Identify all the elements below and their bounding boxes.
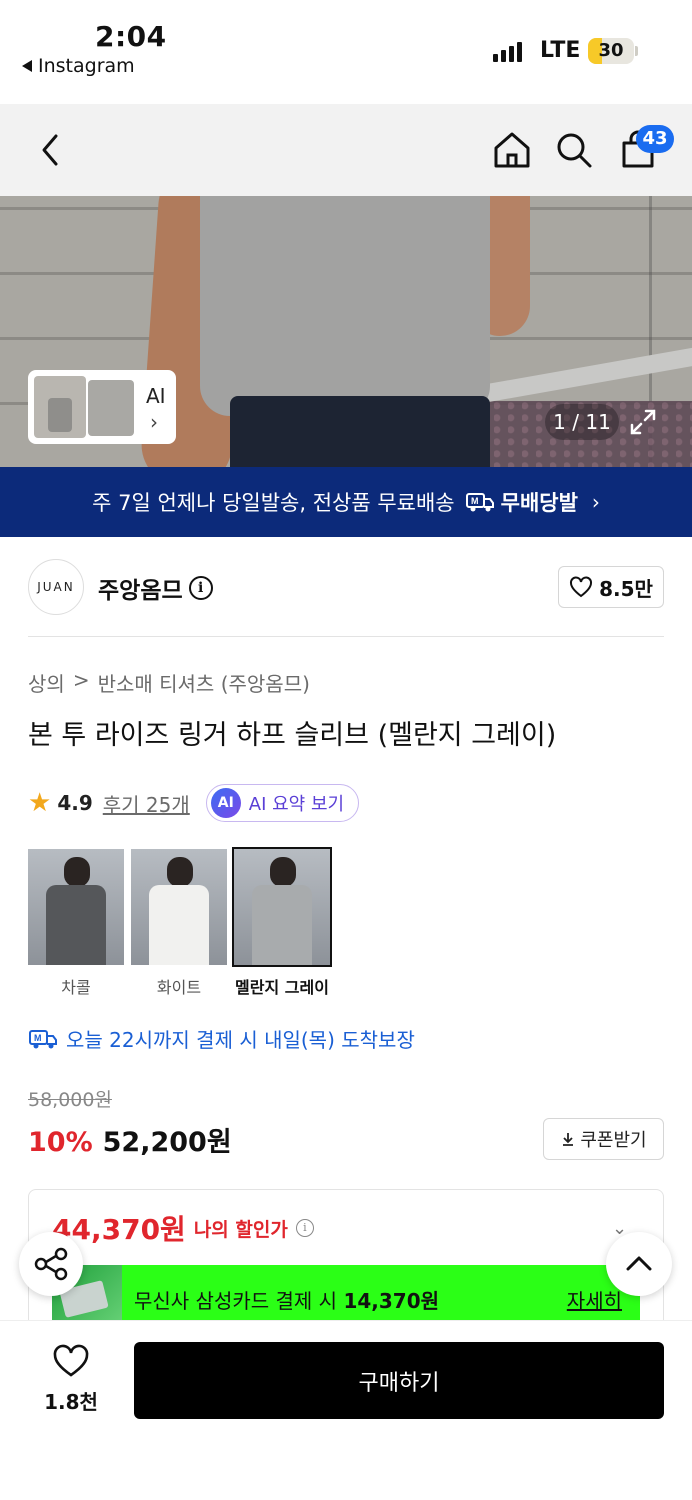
ai-similar-looks-chip[interactable]: AI › bbox=[28, 370, 176, 444]
color-option-label-selected: 멜란지 그레이 bbox=[235, 978, 329, 997]
card-promo-prefix: 무신사 삼성카드 결제 시 bbox=[134, 1288, 344, 1313]
home-icon bbox=[494, 132, 530, 168]
breadcrumb-separator: > bbox=[72, 668, 90, 692]
network-label: LTE bbox=[540, 38, 581, 63]
reviews-link[interactable]: 후기 25개 bbox=[103, 789, 190, 818]
share-icon bbox=[34, 1247, 68, 1281]
star-icon: ★ bbox=[28, 788, 52, 818]
coupon-label: 쿠폰받기 bbox=[580, 1130, 647, 1151]
seller-name-link[interactable]: 주앙옴므 i bbox=[98, 571, 213, 605]
wishlist-button[interactable]: 1.8천 bbox=[36, 1344, 106, 1414]
chevron-up-icon bbox=[626, 1256, 652, 1271]
battery-level: 30 bbox=[598, 40, 624, 61]
ai-summary-label: AI 요약 보기 bbox=[248, 794, 345, 815]
shipping-banner-text: 주 7일 언제나 당일발송, 전상품 무료배송 bbox=[92, 491, 455, 515]
shipping-brand: M 무배당발 bbox=[465, 487, 578, 517]
back-app-label: Instagram bbox=[38, 55, 135, 77]
delivery-truck-icon: M bbox=[465, 493, 494, 512]
breadcrumb-category[interactable]: 상의 bbox=[28, 668, 65, 697]
brand-like-button[interactable]: 8.5만 bbox=[558, 566, 664, 608]
seller-logo[interactable]: JUAN bbox=[28, 559, 84, 615]
discount-rate: 10% bbox=[28, 1127, 93, 1158]
info-icon[interactable]: i bbox=[188, 576, 213, 600]
wishlist-count: 1.8천 bbox=[44, 1390, 98, 1414]
seller-name: 주앙옴므 bbox=[98, 578, 183, 604]
rating-row: ★ 4.9 후기 25개 AI AI 요약 보기 bbox=[28, 784, 360, 822]
card-promo-amount: 14,370원 bbox=[343, 1288, 440, 1313]
buy-button[interactable]: 구매하기 bbox=[134, 1342, 664, 1419]
svg-text:M: M bbox=[471, 496, 479, 506]
color-option-charcoal[interactable] bbox=[28, 849, 124, 965]
chevron-right-icon: › bbox=[150, 410, 158, 434]
shipping-brand-label: 무배당발 bbox=[500, 491, 578, 515]
search-button[interactable] bbox=[552, 128, 596, 172]
status-time: 2:04 bbox=[95, 20, 167, 53]
original-price: 58,000원 bbox=[28, 1089, 112, 1111]
color-option-label: 차콜 bbox=[61, 978, 91, 997]
rating-value: 4.9 bbox=[57, 791, 93, 815]
chevron-right-icon: › bbox=[591, 490, 600, 514]
delivery-truck-icon: M bbox=[29, 1029, 57, 1048]
info-icon[interactable]: i bbox=[295, 1219, 314, 1237]
brand-like-count: 8.5만 bbox=[599, 576, 653, 601]
cart-count-badge: 43 bbox=[636, 125, 674, 153]
heart-icon bbox=[570, 576, 593, 598]
look-thumbnail bbox=[88, 380, 134, 436]
my-price-label: 나의 할인가 bbox=[193, 1218, 288, 1241]
battery-nub bbox=[635, 46, 638, 56]
delivery-text: 오늘 22시까지 결제 시 내일(목) 도착보장 bbox=[66, 1028, 415, 1052]
heart-icon bbox=[53, 1344, 89, 1377]
color-option-label: 화이트 bbox=[156, 978, 202, 997]
product-title: 본 투 라이즈 링거 하프 슬리브 (멜란지 그레이) bbox=[28, 720, 557, 751]
back-button[interactable] bbox=[32, 130, 68, 170]
price-row: 10% 52,200원 bbox=[28, 1120, 232, 1159]
back-to-app-link[interactable]: Instagram bbox=[22, 55, 135, 77]
expand-icon[interactable] bbox=[627, 406, 659, 438]
delivery-guarantee[interactable]: M 오늘 22시까지 결제 시 내일(목) 도착보장 bbox=[28, 1024, 415, 1053]
battery-icon: 30 bbox=[588, 38, 634, 64]
color-option-melange-gray[interactable] bbox=[232, 847, 332, 967]
coupon-button[interactable]: 쿠폰받기 bbox=[543, 1118, 664, 1160]
share-button[interactable] bbox=[19, 1232, 83, 1296]
search-icon bbox=[557, 133, 592, 168]
ai-badge-icon: AI bbox=[210, 788, 241, 818]
home-button[interactable] bbox=[490, 128, 534, 172]
svg-text:M: M bbox=[34, 1033, 42, 1043]
look-thumbnail bbox=[34, 376, 86, 438]
chevron-left-icon bbox=[42, 134, 58, 166]
back-triangle-icon bbox=[22, 60, 32, 72]
scroll-to-top-button[interactable] bbox=[606, 1232, 672, 1296]
ai-summary-button[interactable]: AI AI 요약 보기 bbox=[205, 784, 360, 822]
divider bbox=[28, 636, 664, 637]
color-option-white[interactable] bbox=[131, 849, 227, 965]
breadcrumb: 상의 > 반소매 티셔츠 (주앙옴므) bbox=[28, 668, 310, 697]
my-discount-price: 44,370원 나의 할인가 i bbox=[52, 1208, 314, 1248]
card-promo-text: 무신사 삼성카드 결제 시 14,370원 bbox=[134, 1285, 567, 1314]
sale-price: 52,200원 bbox=[102, 1127, 232, 1158]
ai-label: AI bbox=[146, 384, 166, 408]
breadcrumb-subcategory[interactable]: 반소매 티셔츠 (주앙옴므) bbox=[98, 668, 310, 697]
image-counter: 1 / 11 bbox=[545, 404, 619, 440]
signal-icon bbox=[493, 40, 522, 62]
shipping-banner[interactable]: 주 7일 언제나 당일발송, 전상품 무료배송 M 무배당발 › bbox=[0, 467, 692, 537]
download-icon bbox=[563, 1133, 574, 1146]
